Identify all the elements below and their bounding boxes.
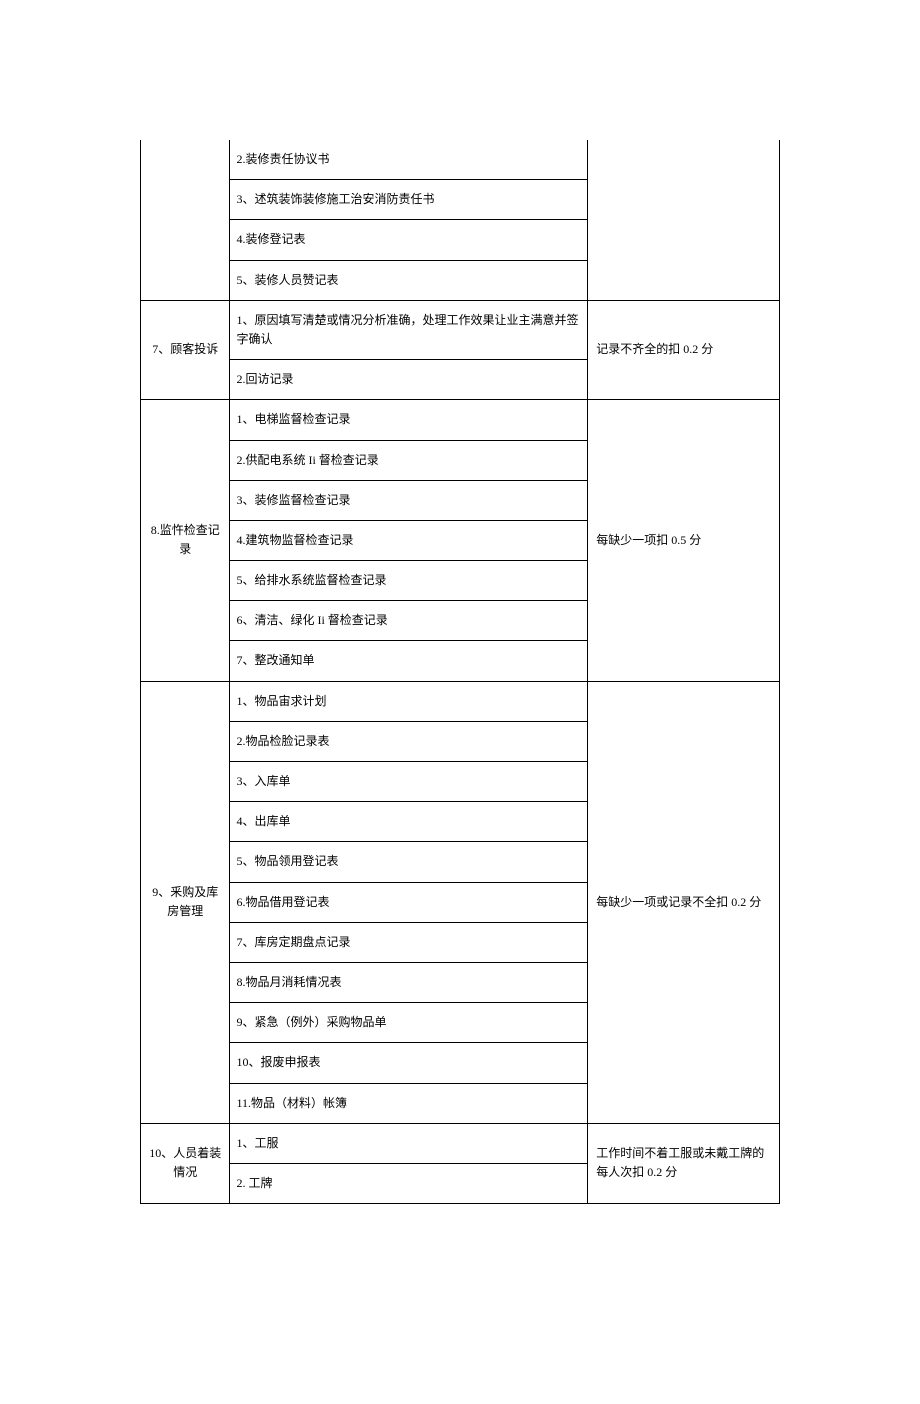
item-cell: 2.回访记录: [230, 360, 588, 400]
item-cell: 7、整改通知单: [230, 641, 588, 681]
item-cell: 5、装修人员赞记表: [230, 260, 588, 300]
item-cell: 2. 工牌: [230, 1163, 588, 1203]
item-cell: 6.物品借用登记表: [230, 882, 588, 922]
item-cell: 9、紧急（例外）采购物品单: [230, 1003, 588, 1043]
item-cell: 2.物品检脸记录表: [230, 721, 588, 761]
table-row: 7、顾客投诉1、原因填写清楚或情况分析准确，处理工作效果让业主满意并签字确认记录…: [141, 300, 780, 359]
item-cell: 5、物品领用登记表: [230, 842, 588, 882]
item-cell: 3、入库单: [230, 762, 588, 802]
assessment-table: 2.装修责任协议书3、述筑装饰装修施工治安消防责任书4.装修登记表5、装修人员赞…: [140, 140, 780, 1204]
item-cell: 5、给排水系统监督检查记录: [230, 561, 588, 601]
item-cell: 2.供配电系统 Ii 督检查记录: [230, 440, 588, 480]
table-row: 10、人员着装情况1、工服工作时间不着工服或未戴工牌的每人次扣 0.2 分: [141, 1123, 780, 1163]
category-cell: 10、人员着装情况: [141, 1123, 230, 1203]
criteria-cell: 每缺少一项扣 0.5 分: [588, 400, 780, 681]
category-cell: 8.监忤检查记录: [141, 400, 230, 681]
item-cell: 4.装修登记表: [230, 220, 588, 260]
item-cell: 3、述筑装饰装修施工治安消防责任书: [230, 180, 588, 220]
criteria-cell: 每缺少一项或记录不全扣 0.2 分: [588, 681, 780, 1123]
criteria-cell: 工作时间不着工服或未戴工牌的每人次扣 0.2 分: [588, 1123, 780, 1203]
item-cell: 1、原因填写清楚或情况分析准确，处理工作效果让业主满意并签字确认: [230, 300, 588, 359]
item-cell: 4、出库单: [230, 802, 588, 842]
item-cell: 1、工服: [230, 1123, 588, 1163]
category-cell: 7、顾客投诉: [141, 300, 230, 400]
table-row: 2.装修责任协议书: [141, 140, 780, 180]
criteria-cell: 记录不齐全的扣 0.2 分: [588, 300, 780, 400]
item-cell: 1、电梯监督检查记录: [230, 400, 588, 440]
item-cell: 11.物品（材料）帐簿: [230, 1083, 588, 1123]
table-row: 8.监忤检查记录1、电梯监督检查记录每缺少一项扣 0.5 分: [141, 400, 780, 440]
item-cell: 8.物品月消耗情况表: [230, 962, 588, 1002]
item-cell: 7、库房定期盘点记录: [230, 922, 588, 962]
table-row: 9、釆购及库房管理1、物品宙求计划每缺少一项或记录不全扣 0.2 分: [141, 681, 780, 721]
item-cell: 1、物品宙求计划: [230, 681, 588, 721]
item-cell: 6、清洁、绿化 Ii 督检查记录: [230, 601, 588, 641]
category-cell: [141, 140, 230, 300]
criteria-cell: [588, 140, 780, 300]
item-cell: 3、装修监督检查记录: [230, 480, 588, 520]
item-cell: 2.装修责任协议书: [230, 140, 588, 180]
item-cell: 4.建筑物监督检查记录: [230, 520, 588, 560]
category-cell: 9、釆购及库房管理: [141, 681, 230, 1123]
item-cell: 10、报废申报表: [230, 1043, 588, 1083]
